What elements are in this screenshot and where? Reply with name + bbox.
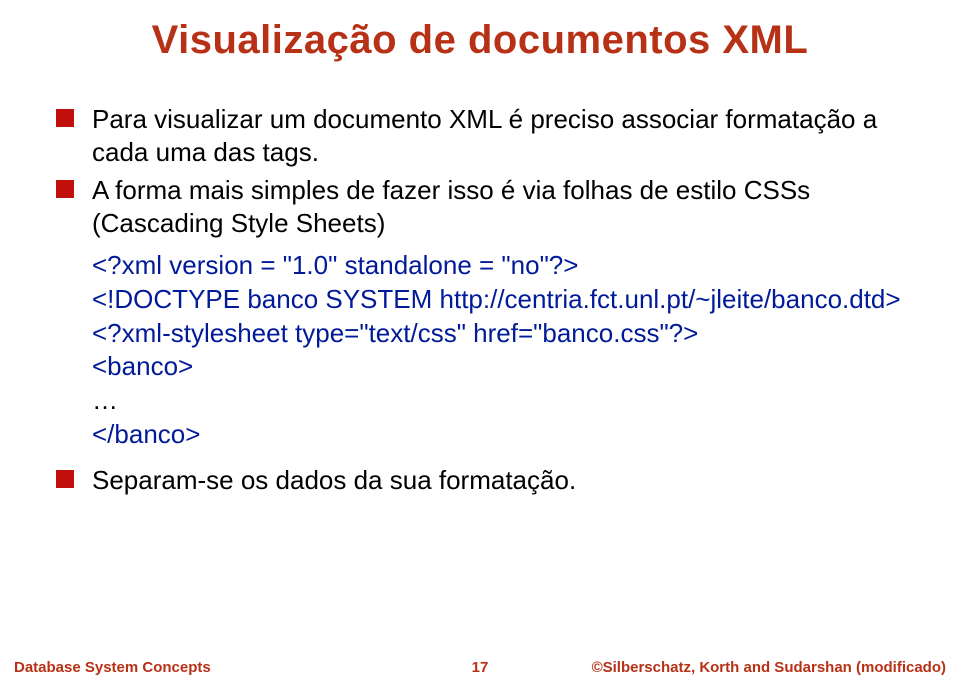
bullet-row: Para visualizar um documento XML é preci… <box>56 103 904 168</box>
bullet-text: A forma mais simples de fazer isso é via… <box>92 174 904 239</box>
bullet-text: Separam-se os dados da sua formatação. <box>92 464 904 497</box>
footer-left: Database System Concepts <box>14 659 211 676</box>
code-ellipsis: … <box>92 384 904 418</box>
square-bullet-icon <box>56 470 74 488</box>
code-line: <!DOCTYPE banco SYSTEM http://centria.fc… <box>92 283 904 317</box>
bullet-row: Separam-se os dados da sua formatação. <box>56 464 904 497</box>
slide: Visualização de documentos XML Para visu… <box>0 0 960 698</box>
bullet-row: A forma mais simples de fazer isso é via… <box>56 174 904 239</box>
code-line: <?xml-stylesheet type="text/css" href="b… <box>92 317 904 351</box>
footer-right: ©Silberschatz, Korth and Sudarshan (modi… <box>592 659 946 676</box>
bullet-text: Para visualizar um documento XML é preci… <box>92 103 904 168</box>
slide-footer: Database System Concepts 17 ©Silberschat… <box>0 659 960 676</box>
code-block: <?xml version = "1.0" standalone = "no"?… <box>92 249 904 452</box>
code-line: <?xml version = "1.0" standalone = "no"?… <box>92 249 904 283</box>
code-line: </banco> <box>92 418 904 452</box>
code-line: <banco> <box>92 350 904 384</box>
square-bullet-icon <box>56 180 74 198</box>
slide-title: Visualização de documentos XML <box>56 18 904 63</box>
square-bullet-icon <box>56 109 74 127</box>
